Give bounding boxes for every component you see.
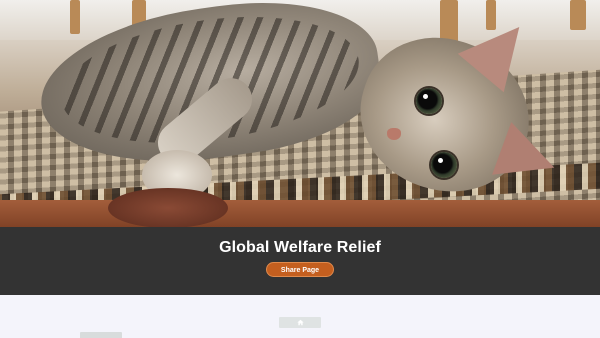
furniture-leg <box>570 0 586 30</box>
page-title: Global Welfare Relief <box>219 239 381 256</box>
furniture-leg <box>70 0 80 34</box>
hero-cat-image <box>0 0 600 227</box>
home-icon <box>296 319 304 326</box>
wood-floor <box>0 200 600 227</box>
cat-eye <box>416 88 442 114</box>
page: Global Welfare Relief Share Page <box>0 0 600 338</box>
home-button[interactable] <box>279 317 321 328</box>
share-page-button[interactable]: Share Page <box>266 262 334 277</box>
cat-nose <box>387 128 401 140</box>
tab[interactable] <box>80 332 122 338</box>
title-banner: Global Welfare Relief Share Page <box>0 227 600 295</box>
content-section <box>0 295 600 338</box>
cat-eye <box>431 152 457 178</box>
cat-tail <box>108 188 228 227</box>
